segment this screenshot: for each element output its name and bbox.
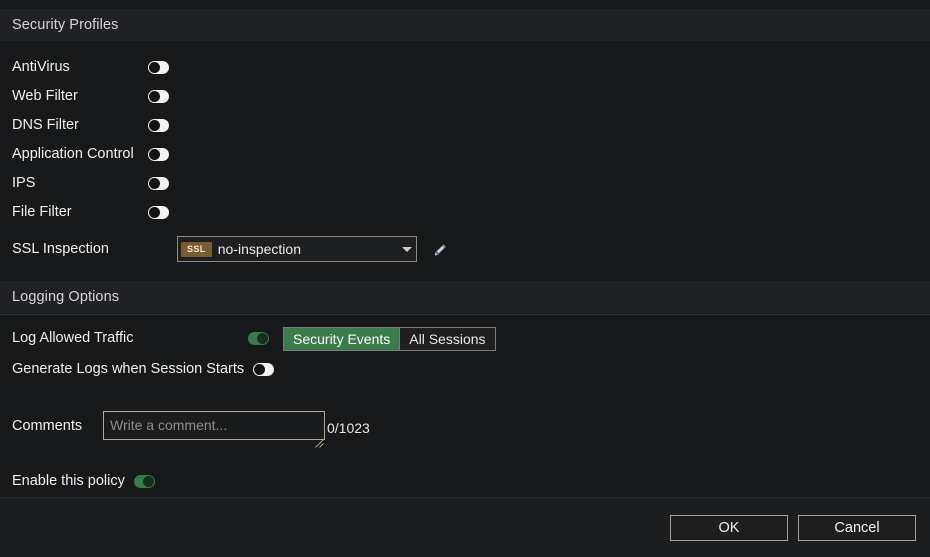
row-file-filter: File Filter xyxy=(0,198,930,227)
toggle-antivirus[interactable] xyxy=(148,61,169,74)
toggle-knob xyxy=(149,91,160,102)
log-mode-segmented-control: Security Events All Sessions xyxy=(283,327,496,351)
toggle-application-control[interactable] xyxy=(148,148,169,161)
pencil-icon[interactable] xyxy=(431,239,451,259)
label-log-allowed-traffic: Log Allowed Traffic xyxy=(12,331,248,346)
row-web-filter: Web Filter xyxy=(0,82,930,111)
toggle-knob xyxy=(257,333,268,344)
toggle-ips[interactable] xyxy=(148,177,169,190)
section-title: Security Profiles xyxy=(12,17,118,33)
row-ips: IPS xyxy=(0,169,930,198)
toggle-file-filter[interactable] xyxy=(148,206,169,219)
label-web-filter: Web Filter xyxy=(12,89,148,104)
cancel-button[interactable]: Cancel xyxy=(798,515,916,541)
label-ips: IPS xyxy=(12,176,148,191)
toggle-knob xyxy=(143,476,154,487)
dialog-body: AntiVirus Web Filter DNS Filter Applicat… xyxy=(0,42,930,557)
label-application-control: Application Control xyxy=(12,147,148,162)
row-antivirus: AntiVirus xyxy=(0,53,930,82)
label-enable-policy: Enable this policy xyxy=(12,474,125,489)
label-ssl-inspection: SSL Inspection xyxy=(12,242,177,257)
row-generate-logs: Generate Logs when Session Starts xyxy=(0,354,930,385)
toggle-web-filter[interactable] xyxy=(148,90,169,103)
ssl-inspection-select[interactable]: SSL no-inspection xyxy=(177,236,417,262)
row-ssl-inspection: SSL Inspection SSL no-inspection xyxy=(0,227,930,271)
label-generate-logs: Generate Logs when Session Starts xyxy=(12,362,244,377)
row-enable-policy: Enable this policy xyxy=(0,470,930,492)
label-antivirus: AntiVirus xyxy=(12,60,148,75)
toggle-generate-logs[interactable] xyxy=(253,363,274,376)
row-dns-filter: DNS Filter xyxy=(0,111,930,140)
comments-char-counter: 0/1023 xyxy=(327,411,370,436)
row-log-allowed-traffic: Log Allowed Traffic Security Events All … xyxy=(0,323,930,354)
toggle-enable-policy[interactable] xyxy=(134,475,155,488)
toggle-log-allowed-traffic[interactable] xyxy=(248,332,269,345)
security-profiles-dialog: Security Profiles AntiVirus Web Filter D… xyxy=(0,0,930,557)
ssl-inspection-value: no-inspection xyxy=(218,241,398,257)
toggle-knob xyxy=(149,149,160,160)
toggle-knob xyxy=(149,62,160,73)
section-header-security-profiles: Security Profiles xyxy=(0,9,930,42)
label-dns-filter: DNS Filter xyxy=(12,118,148,133)
ssl-badge: SSL xyxy=(181,242,212,257)
label-file-filter: File Filter xyxy=(12,205,148,220)
row-application-control: Application Control xyxy=(0,140,930,169)
toggle-knob xyxy=(149,207,160,218)
label-comments: Comments xyxy=(12,411,103,434)
segment-security-events[interactable]: Security Events xyxy=(284,328,399,350)
toggle-dns-filter[interactable] xyxy=(148,119,169,132)
toggle-knob xyxy=(254,364,265,375)
toggle-knob xyxy=(149,120,160,131)
row-comments: Comments 0/1023 xyxy=(0,411,930,445)
toggle-knob xyxy=(149,178,160,189)
comments-input[interactable] xyxy=(103,411,325,440)
section-title: Logging Options xyxy=(12,289,119,305)
section-header-logging-options: Logging Options xyxy=(0,281,930,314)
ok-button[interactable]: OK xyxy=(670,515,788,541)
segment-all-sessions[interactable]: All Sessions xyxy=(399,328,494,350)
dialog-footer: OK Cancel xyxy=(0,497,930,557)
chevron-down-icon xyxy=(402,247,412,252)
